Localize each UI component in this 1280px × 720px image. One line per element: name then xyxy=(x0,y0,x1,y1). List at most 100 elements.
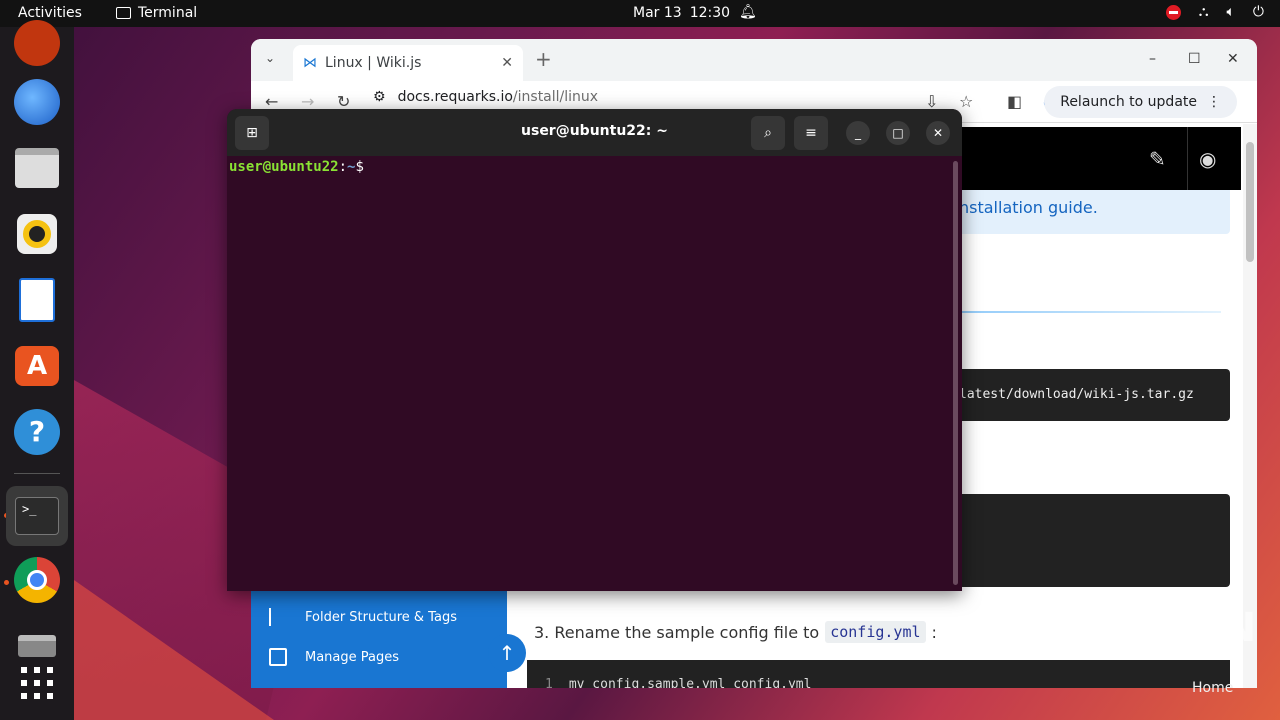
relaunch-button[interactable]: Relaunch to update ⋮ xyxy=(1044,86,1237,118)
folder-tree-icon xyxy=(269,608,287,626)
nav-sidebar: Folder Structure & Tags Manage Pages xyxy=(251,590,507,688)
close-icon[interactable]: ✕ xyxy=(1227,51,1239,67)
minimize-icon[interactable]: – xyxy=(1149,51,1156,67)
wikijs-favicon-icon: ⋈ xyxy=(303,55,317,71)
url-path: /install/linux xyxy=(512,89,599,105)
help-icon: ? xyxy=(14,409,60,455)
tab-bar: ⌄ ⋈ Linux | Wiki.js ✕ + – ☐ ✕ xyxy=(251,39,1257,81)
prompt-colon: : xyxy=(338,159,348,175)
step-label: 3. Rename the sample config file to xyxy=(534,622,820,642)
network-icon: ⛬ xyxy=(1198,4,1209,20)
sidebar-item-folder-structure[interactable]: Folder Structure & Tags xyxy=(269,608,457,626)
section-divider xyxy=(951,311,1221,313)
volume-icon: 🔈︎ xyxy=(1226,4,1235,20)
hamburger-icon: ≡ xyxy=(805,125,817,141)
dock-help[interactable]: ? xyxy=(13,408,61,456)
step-suffix: : xyxy=(931,622,937,642)
clock[interactable]: Mar 13 12:30 xyxy=(633,5,730,21)
terminal-prompt[interactable]: user@ubuntu22:~$ xyxy=(229,159,364,175)
tab-search-icon[interactable]: ⌄ xyxy=(265,51,275,65)
info-box: nstallation guide. xyxy=(951,190,1230,234)
dock-thunderbird[interactable] xyxy=(13,78,61,126)
tab-close-icon[interactable]: ✕ xyxy=(501,55,513,71)
tab-title: Linux | Wiki.js xyxy=(325,55,422,71)
close-icon: ✕ xyxy=(932,126,944,140)
maximize-icon: □ xyxy=(892,126,904,140)
minimize-icon: _ xyxy=(855,126,861,140)
dock-writer[interactable] xyxy=(13,276,61,324)
rhythmbox-icon xyxy=(17,214,57,254)
running-indicator xyxy=(4,580,9,585)
new-tab-icon[interactable]: + xyxy=(535,47,552,71)
app-name: Terminal xyxy=(138,5,198,21)
code-block: 1 mv config.sample.yml config.yml xyxy=(527,660,1230,688)
dock-separator xyxy=(14,473,60,474)
side-panel-icon[interactable]: ◧ xyxy=(1007,92,1022,111)
step-text: 3. Rename the sample config file to conf… xyxy=(534,621,937,643)
scroll-top-button[interactable]: ↑ xyxy=(488,634,526,672)
chrome-icon xyxy=(14,557,60,603)
code-block: latest/download/wiki-js.tar.gz xyxy=(951,369,1230,421)
prompt-user: user@ubuntu22 xyxy=(229,159,339,175)
app-menu[interactable]: Terminal xyxy=(116,5,197,21)
terminal-scrollbar[interactable] xyxy=(953,161,958,585)
maximize-button[interactable]: □ xyxy=(886,121,910,145)
dock-files[interactable] xyxy=(13,144,61,192)
page-scrollbar[interactable] xyxy=(1243,124,1257,688)
terminal-header: ⊞ user@ubuntu22: ~ ⌕ ≡ _ □ ✕ xyxy=(227,109,962,156)
watermark: ANY RUN xyxy=(1040,605,1259,651)
menu-button[interactable]: ≡ xyxy=(794,116,828,150)
more-menu-icon[interactable]: ⋮ xyxy=(1207,94,1221,110)
dock-app-center[interactable]: A xyxy=(13,342,61,390)
terminal-icon xyxy=(116,7,131,19)
dock-firefox[interactable] xyxy=(13,19,61,67)
url-host: docs.requarks.io xyxy=(397,89,513,105)
code-text: latest/download/wiki-js.tar.gz xyxy=(959,387,1194,402)
sidebar-item-label: Manage Pages xyxy=(305,649,400,665)
do-not-disturb-icon[interactable] xyxy=(1165,4,1181,20)
prompt-sign: $ xyxy=(355,159,364,175)
files-icon xyxy=(15,148,59,188)
app-center-icon: A xyxy=(15,346,59,386)
apps-grid-icon xyxy=(21,667,53,699)
edit-page-icon[interactable]: ✎ xyxy=(1149,147,1166,171)
home-label: Home xyxy=(1192,680,1234,696)
system-tray[interactable]: ⛬ 🔈︎ ⏻ xyxy=(1165,4,1264,20)
dock-chrome[interactable] xyxy=(13,556,61,604)
browser-tab[interactable]: ⋈ Linux | Wiki.js ✕ xyxy=(293,45,523,81)
page-icon xyxy=(269,648,287,666)
time: 12:30 xyxy=(689,5,731,21)
maximize-icon[interactable]: ☐ xyxy=(1188,51,1201,67)
arrow-up-icon: ↑ xyxy=(498,641,516,665)
search-icon: ⌕ xyxy=(764,125,772,141)
code-text: mv config.sample.yml config.yml xyxy=(568,677,812,688)
line-number: 1 xyxy=(545,677,553,688)
address-bar[interactable]: ⚙ docs.requarks.io/install/linux xyxy=(373,89,598,105)
search-button[interactable]: ⌕ xyxy=(751,116,785,150)
terminal-icon: >_ xyxy=(15,497,59,535)
dock: A ? >_ xyxy=(0,20,74,720)
dock-terminal[interactable]: >_ xyxy=(6,486,68,546)
show-apps-button[interactable] xyxy=(13,659,61,707)
thunderbird-icon xyxy=(14,79,60,125)
sidebar-item-label: Folder Structure & Tags xyxy=(305,609,457,625)
site-info-icon[interactable]: ⚙ xyxy=(373,89,386,105)
header-divider xyxy=(1187,127,1188,190)
dock-rhythmbox[interactable] xyxy=(13,210,61,258)
terminal-window[interactable]: ⊞ user@ubuntu22: ~ ⌕ ≡ _ □ ✕ user@ubuntu… xyxy=(227,109,962,591)
disk-icon xyxy=(18,635,56,657)
inline-code: config.yml xyxy=(825,621,926,643)
code-block xyxy=(951,494,1230,587)
bell-icon[interactable]: 🔔︎ xyxy=(739,4,757,20)
top-bar: Activities Terminal Mar 13 12:30 🔔︎ ⛬ 🔈︎… xyxy=(0,0,1280,27)
power-icon: ⏻ xyxy=(1252,4,1264,20)
writer-icon xyxy=(19,278,55,322)
minimize-button[interactable]: _ xyxy=(846,121,870,145)
relaunch-label: Relaunch to update xyxy=(1060,94,1197,110)
date: Mar 13 xyxy=(633,5,682,21)
close-button[interactable]: ✕ xyxy=(926,121,950,145)
info-text: nstallation guide. xyxy=(959,198,1098,217)
scroll-thumb[interactable] xyxy=(1246,142,1254,262)
sidebar-item-manage-pages[interactable]: Manage Pages xyxy=(269,648,399,666)
account-icon[interactable]: ◉ xyxy=(1199,147,1216,171)
